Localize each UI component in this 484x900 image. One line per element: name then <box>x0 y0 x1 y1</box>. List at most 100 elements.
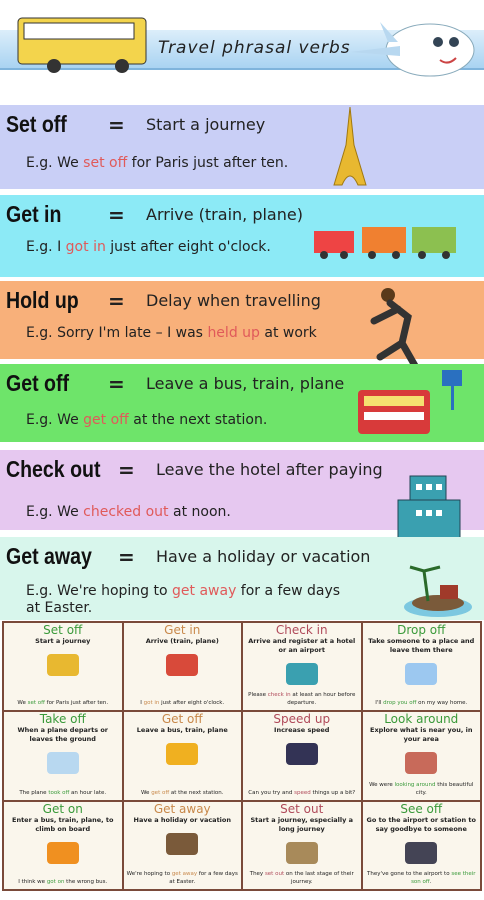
verb-term: Get away <box>6 543 92 569</box>
cell-example: I'll drop you off on my way home. <box>363 699 481 707</box>
cell-title: Get on <box>42 801 83 816</box>
illustration-icon <box>152 650 212 680</box>
grid-cell: Get off Leave a bus, train, plane We get… <box>122 711 242 801</box>
cell-example: I got in just after eight o'clock. <box>124 699 242 707</box>
highlighted-verb: get off <box>151 789 170 796</box>
phrasal-verb-band: Set off = Start a journey E.g. We set of… <box>0 105 484 189</box>
grid-cell: Drop off Take someone to a place and lea… <box>361 622 481 712</box>
cell-definition: When a plane departs or leaves the groun… <box>17 726 109 744</box>
verb-definition: Arrive (train, plane) <box>146 205 303 224</box>
phrasal-verb-band: Hold up = Delay when travelling E.g. Sor… <box>0 281 484 375</box>
highlighted-verb: checked out <box>83 504 169 520</box>
example-text: an hour late. <box>69 789 107 796</box>
example-text: I think we <box>18 879 47 885</box>
grid-cell: Set out Start a journey, especially a lo… <box>242 800 362 890</box>
illustration-icon <box>152 829 212 859</box>
example-sentence: E.g. We set off for Paris just after ten… <box>26 155 288 171</box>
example-text: E.g. I <box>26 239 66 255</box>
example-text: E.g. Sorry I'm late – I was <box>26 325 208 341</box>
highlighted-verb: drop you off <box>383 700 417 707</box>
island-icon <box>400 557 476 631</box>
example-text: on the last stage of their journey. <box>284 871 354 885</box>
example-text: for Paris just after ten. <box>44 700 109 707</box>
verb-definition: Leave a bus, train, plane <box>146 374 345 393</box>
cell-example: We set off for Paris just after ten. <box>4 699 122 707</box>
example-text: I'll <box>375 700 384 707</box>
cell-definition: Have a holiday or vacation <box>133 815 232 824</box>
cell-title: Speed up <box>273 712 331 727</box>
verb-definition: Delay when travelling <box>146 291 321 310</box>
example-text: Please <box>248 692 268 699</box>
example-text: at work <box>259 325 317 341</box>
phrasal-verb-band: Get away = Have a holiday or vacation E.… <box>0 537 484 620</box>
example-sentence: E.g. I got in just after eight o'clock. <box>26 239 271 255</box>
grid-cell: Get in Arrive (train, plane) I got in ju… <box>122 622 242 712</box>
illustration-icon <box>391 659 451 689</box>
verb-definition: Start a journey <box>146 115 266 134</box>
illustration-icon <box>272 659 332 689</box>
example-text: We were <box>369 781 395 788</box>
example-text: just after eight o'clock. <box>159 700 225 707</box>
cell-example: Please check in at least an hour before … <box>243 691 361 707</box>
airplane-icon <box>350 22 475 77</box>
phrasal-verb-band: Get off = Leave a bus, train, plane E.g.… <box>0 364 484 442</box>
example-sentence: E.g. Sorry I'm late – I was held up at w… <box>26 325 317 341</box>
cell-title: Take off <box>39 712 86 727</box>
cell-definition: Start a journey <box>35 637 91 645</box>
phrasal-verbs-grid: Set off Start a journey We set off for P… <box>2 621 482 891</box>
example-text: The plane <box>19 789 49 796</box>
illustration-icon <box>391 838 451 868</box>
illustration-icon <box>33 650 93 680</box>
cell-title: Check in <box>275 623 328 637</box>
cell-title: Get off <box>161 712 203 727</box>
highlighted-verb: set off <box>27 700 45 707</box>
example-text: We <box>17 700 28 707</box>
example-text: at the next station. <box>169 789 224 796</box>
highlighted-verb: set off <box>83 155 128 171</box>
cell-title: Drop off <box>397 623 446 637</box>
grid-cell: Take off When a plane departs or leaves … <box>3 711 123 801</box>
example-sentence: E.g. We checked out at noon. <box>26 504 231 520</box>
grid-cell: Get on Enter a bus, train, plane, to cli… <box>3 800 123 890</box>
highlighted-verb: got in <box>65 239 106 255</box>
cell-example: The plane took off an hour late. <box>4 789 122 797</box>
equals-sign: = <box>108 289 125 313</box>
cell-example: They've gone to the airport to see their… <box>363 870 481 886</box>
example-text: Can you try and <box>248 789 295 796</box>
cell-example: Can you try and speed things up a bit? <box>243 789 361 797</box>
example-text: at the next station. <box>128 412 268 428</box>
illustration-icon <box>33 838 93 868</box>
equals-sign: = <box>118 458 135 482</box>
example-text: for Paris just after ten. <box>127 155 289 171</box>
eiffel-tower-icon <box>330 105 370 191</box>
train-icon <box>312 221 462 265</box>
illustration-icon <box>272 739 332 769</box>
grid-cell: Check in Arrive and register at a hotel … <box>242 622 362 712</box>
example-text: We're hoping to <box>126 871 172 877</box>
example-text: . <box>429 879 432 885</box>
equals-sign: = <box>108 372 125 396</box>
verb-term: Check out <box>6 456 101 482</box>
cell-definition: Start a journey, especially a long journ… <box>250 815 354 833</box>
highlighted-verb: got on <box>46 879 65 885</box>
example-text: E.g. We <box>26 504 84 520</box>
cell-example: I think we got on the wrong bus. <box>4 878 122 886</box>
example-text: E.g. We're hoping to <box>26 583 173 599</box>
highlighted-verb: get away <box>172 583 237 599</box>
equals-sign: = <box>118 545 135 569</box>
highlighted-verb: set out <box>264 871 285 877</box>
cell-definition: Leave a bus, train, plane <box>136 726 228 735</box>
highlighted-verb: check in <box>267 692 291 699</box>
grid-cell: See off Go to the airport or station to … <box>361 800 481 890</box>
cell-definition: Arrive and register at a hotel or an air… <box>248 637 356 654</box>
highlighted-verb: took off <box>48 789 70 796</box>
grid-cell: Speed up Increase speed Can you try and … <box>242 711 362 801</box>
grid-cell: Look around Explore what is near you, in… <box>361 711 481 801</box>
illustration-icon <box>152 739 212 769</box>
illustration-icon <box>391 748 451 778</box>
phrasal-verb-band: Check out = Leave the hotel after paying… <box>0 450 484 547</box>
verb-term: Set off <box>6 111 67 137</box>
verb-term: Hold up <box>6 287 79 313</box>
cell-definition: Take someone to a place and leave them t… <box>368 637 475 654</box>
example-text: They <box>249 871 265 877</box>
